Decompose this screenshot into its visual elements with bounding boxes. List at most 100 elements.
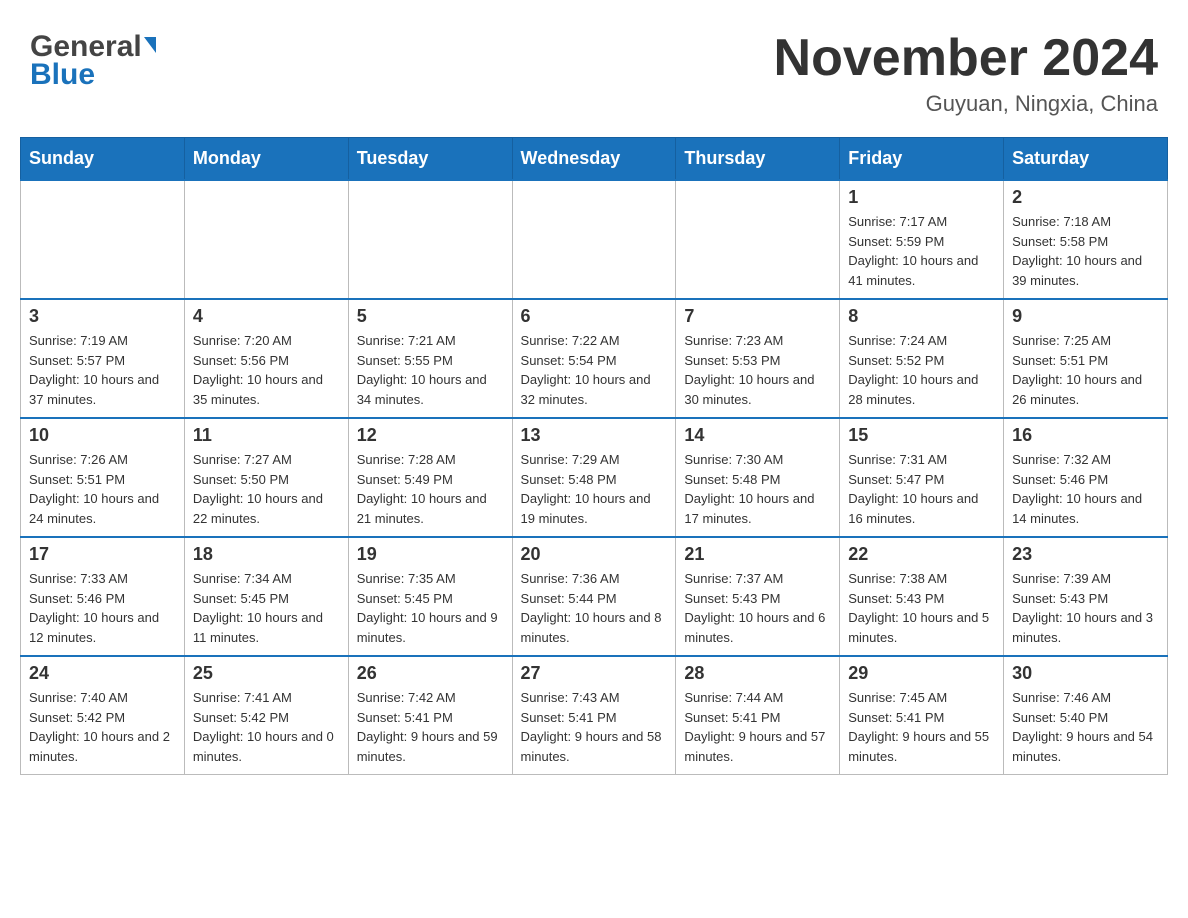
week-row-2: 3 Sunrise: 7:19 AMSunset: 5:57 PMDaylight… bbox=[21, 299, 1168, 418]
day-info: Sunrise: 7:20 AMSunset: 5:56 PMDaylight:… bbox=[193, 331, 340, 409]
day-number: 23 bbox=[1012, 544, 1159, 565]
month-title: November 2024 bbox=[774, 30, 1158, 87]
logo: General Blue bbox=[30, 30, 156, 92]
day-info: Sunrise: 7:39 AMSunset: 5:43 PMDaylight:… bbox=[1012, 569, 1159, 647]
day-info: Sunrise: 7:45 AMSunset: 5:41 PMDaylight:… bbox=[848, 688, 995, 766]
day-info: Sunrise: 7:25 AMSunset: 5:51 PMDaylight:… bbox=[1012, 331, 1159, 409]
day-number: 20 bbox=[521, 544, 668, 565]
day-info: Sunrise: 7:40 AMSunset: 5:42 PMDaylight:… bbox=[29, 688, 176, 766]
calendar-cell: 7Sunrise: 7:23 AMSunset: 5:53 PMDaylight… bbox=[676, 299, 840, 418]
calendar-cell: 10 Sunrise: 7:26 AMSunset: 5:51 PMDayligh… bbox=[21, 418, 185, 537]
calendar-header: SundayMondayTuesdayWednesdayThursdayFrid… bbox=[21, 138, 1168, 181]
calendar-cell bbox=[676, 180, 840, 299]
calendar-cell: 2Sunrise: 7:18 AMSunset: 5:58 PMDaylight… bbox=[1004, 180, 1168, 299]
day-number: 1 bbox=[848, 187, 995, 208]
day-number: 3 bbox=[29, 306, 176, 327]
day-number: 16 bbox=[1012, 425, 1159, 446]
dow-header-saturday: Saturday bbox=[1004, 138, 1168, 181]
day-number: 14 bbox=[684, 425, 831, 446]
calendar-cell bbox=[512, 180, 676, 299]
calendar-cell: 21 Sunrise: 7:37 AMSunset: 5:43 PMDayligh… bbox=[676, 537, 840, 656]
day-number: 17 bbox=[29, 544, 176, 565]
title-block: November 2024 Guyuan, Ningxia, China bbox=[774, 30, 1158, 117]
calendar-cell: 4 Sunrise: 7:20 AMSunset: 5:56 PMDaylight… bbox=[184, 299, 348, 418]
dow-header-thursday: Thursday bbox=[676, 138, 840, 181]
day-info: Sunrise: 7:29 AMSunset: 5:48 PMDaylight:… bbox=[521, 450, 668, 528]
week-row-5: 24 Sunrise: 7:40 AMSunset: 5:42 PMDayligh… bbox=[21, 656, 1168, 775]
calendar-cell: 24 Sunrise: 7:40 AMSunset: 5:42 PMDayligh… bbox=[21, 656, 185, 775]
day-info: Sunrise: 7:22 AMSunset: 5:54 PMDaylight:… bbox=[521, 331, 668, 409]
calendar-cell: 15 Sunrise: 7:31 AMSunset: 5:47 PMDayligh… bbox=[840, 418, 1004, 537]
week-row-4: 17 Sunrise: 7:33 AMSunset: 5:46 PMDayligh… bbox=[21, 537, 1168, 656]
day-info: Sunrise: 7:33 AMSunset: 5:46 PMDaylight:… bbox=[29, 569, 176, 647]
day-number: 12 bbox=[357, 425, 504, 446]
day-info: Sunrise: 7:34 AMSunset: 5:45 PMDaylight:… bbox=[193, 569, 340, 647]
dow-header-sunday: Sunday bbox=[21, 138, 185, 181]
day-number: 10 bbox=[29, 425, 176, 446]
calendar-cell: 29Sunrise: 7:45 AMSunset: 5:41 PMDayligh… bbox=[840, 656, 1004, 775]
day-info: Sunrise: 7:26 AMSunset: 5:51 PMDaylight:… bbox=[29, 450, 176, 528]
day-info: Sunrise: 7:28 AMSunset: 5:49 PMDaylight:… bbox=[357, 450, 504, 528]
day-number: 13 bbox=[521, 425, 668, 446]
day-info: Sunrise: 7:42 AMSunset: 5:41 PMDaylight:… bbox=[357, 688, 504, 766]
day-number: 24 bbox=[29, 663, 176, 684]
calendar-cell: 18 Sunrise: 7:34 AMSunset: 5:45 PMDayligh… bbox=[184, 537, 348, 656]
logo-triangle-icon bbox=[144, 37, 156, 53]
calendar-cell: 9 Sunrise: 7:25 AMSunset: 5:51 PMDaylight… bbox=[1004, 299, 1168, 418]
calendar-cell: 1 Sunrise: 7:17 AMSunset: 5:59 PMDaylight… bbox=[840, 180, 1004, 299]
calendar-cell: 23 Sunrise: 7:39 AMSunset: 5:43 PMDayligh… bbox=[1004, 537, 1168, 656]
page-header: General Blue November 2024 Guyuan, Ningx… bbox=[20, 20, 1168, 127]
calendar-cell: 28 Sunrise: 7:44 AMSunset: 5:41 PMDayligh… bbox=[676, 656, 840, 775]
week-row-3: 10 Sunrise: 7:26 AMSunset: 5:51 PMDayligh… bbox=[21, 418, 1168, 537]
day-number: 25 bbox=[193, 663, 340, 684]
calendar-cell: 16 Sunrise: 7:32 AMSunset: 5:46 PMDayligh… bbox=[1004, 418, 1168, 537]
day-info: Sunrise: 7:19 AMSunset: 5:57 PMDaylight:… bbox=[29, 331, 176, 409]
location-subtitle: Guyuan, Ningxia, China bbox=[774, 91, 1158, 117]
day-number: 30 bbox=[1012, 663, 1159, 684]
calendar-cell bbox=[184, 180, 348, 299]
calendar-cell: 27 Sunrise: 7:43 AMSunset: 5:41 PMDayligh… bbox=[512, 656, 676, 775]
calendar-cell: 20 Sunrise: 7:36 AMSunset: 5:44 PMDayligh… bbox=[512, 537, 676, 656]
calendar-cell: 11Sunrise: 7:27 AMSunset: 5:50 PMDayligh… bbox=[184, 418, 348, 537]
day-number: 7 bbox=[684, 306, 831, 327]
calendar-cell: 5 Sunrise: 7:21 AMSunset: 5:55 PMDaylight… bbox=[348, 299, 512, 418]
day-number: 9 bbox=[1012, 306, 1159, 327]
day-number: 5 bbox=[357, 306, 504, 327]
day-info: Sunrise: 7:21 AMSunset: 5:55 PMDaylight:… bbox=[357, 331, 504, 409]
day-info: Sunrise: 7:44 AMSunset: 5:41 PMDaylight:… bbox=[684, 688, 831, 766]
calendar-cell: 26 Sunrise: 7:42 AMSunset: 5:41 PMDayligh… bbox=[348, 656, 512, 775]
day-number: 26 bbox=[357, 663, 504, 684]
day-number: 6 bbox=[521, 306, 668, 327]
calendar-cell: 30Sunrise: 7:46 AMSunset: 5:40 PMDayligh… bbox=[1004, 656, 1168, 775]
logo-blue-text: Blue bbox=[30, 58, 95, 92]
day-info: Sunrise: 7:32 AMSunset: 5:46 PMDaylight:… bbox=[1012, 450, 1159, 528]
calendar-cell: 6 Sunrise: 7:22 AMSunset: 5:54 PMDaylight… bbox=[512, 299, 676, 418]
day-number: 15 bbox=[848, 425, 995, 446]
calendar-cell: 8Sunrise: 7:24 AMSunset: 5:52 PMDaylight… bbox=[840, 299, 1004, 418]
dow-header-tuesday: Tuesday bbox=[348, 138, 512, 181]
day-number: 28 bbox=[684, 663, 831, 684]
day-number: 4 bbox=[193, 306, 340, 327]
day-info: Sunrise: 7:24 AMSunset: 5:52 PMDaylight:… bbox=[848, 331, 995, 409]
day-number: 21 bbox=[684, 544, 831, 565]
day-info: Sunrise: 7:31 AMSunset: 5:47 PMDaylight:… bbox=[848, 450, 995, 528]
day-info: Sunrise: 7:36 AMSunset: 5:44 PMDaylight:… bbox=[521, 569, 668, 647]
day-info: Sunrise: 7:17 AMSunset: 5:59 PMDaylight:… bbox=[848, 212, 995, 290]
day-info: Sunrise: 7:43 AMSunset: 5:41 PMDaylight:… bbox=[521, 688, 668, 766]
day-number: 19 bbox=[357, 544, 504, 565]
calendar-cell: 3 Sunrise: 7:19 AMSunset: 5:57 PMDaylight… bbox=[21, 299, 185, 418]
day-info: Sunrise: 7:41 AMSunset: 5:42 PMDaylight:… bbox=[193, 688, 340, 766]
day-number: 27 bbox=[521, 663, 668, 684]
calendar-cell: 12 Sunrise: 7:28 AMSunset: 5:49 PMDayligh… bbox=[348, 418, 512, 537]
dow-header-monday: Monday bbox=[184, 138, 348, 181]
day-info: Sunrise: 7:38 AMSunset: 5:43 PMDaylight:… bbox=[848, 569, 995, 647]
calendar-cell: 13 Sunrise: 7:29 AMSunset: 5:48 PMDayligh… bbox=[512, 418, 676, 537]
day-number: 18 bbox=[193, 544, 340, 565]
day-info: Sunrise: 7:30 AMSunset: 5:48 PMDaylight:… bbox=[684, 450, 831, 528]
calendar-cell bbox=[348, 180, 512, 299]
day-number: 2 bbox=[1012, 187, 1159, 208]
days-of-week-row: SundayMondayTuesdayWednesdayThursdayFrid… bbox=[21, 138, 1168, 181]
week-row-1: 1 Sunrise: 7:17 AMSunset: 5:59 PMDaylight… bbox=[21, 180, 1168, 299]
day-info: Sunrise: 7:37 AMSunset: 5:43 PMDaylight:… bbox=[684, 569, 831, 647]
calendar-cell: 25 Sunrise: 7:41 AMSunset: 5:42 PMDayligh… bbox=[184, 656, 348, 775]
